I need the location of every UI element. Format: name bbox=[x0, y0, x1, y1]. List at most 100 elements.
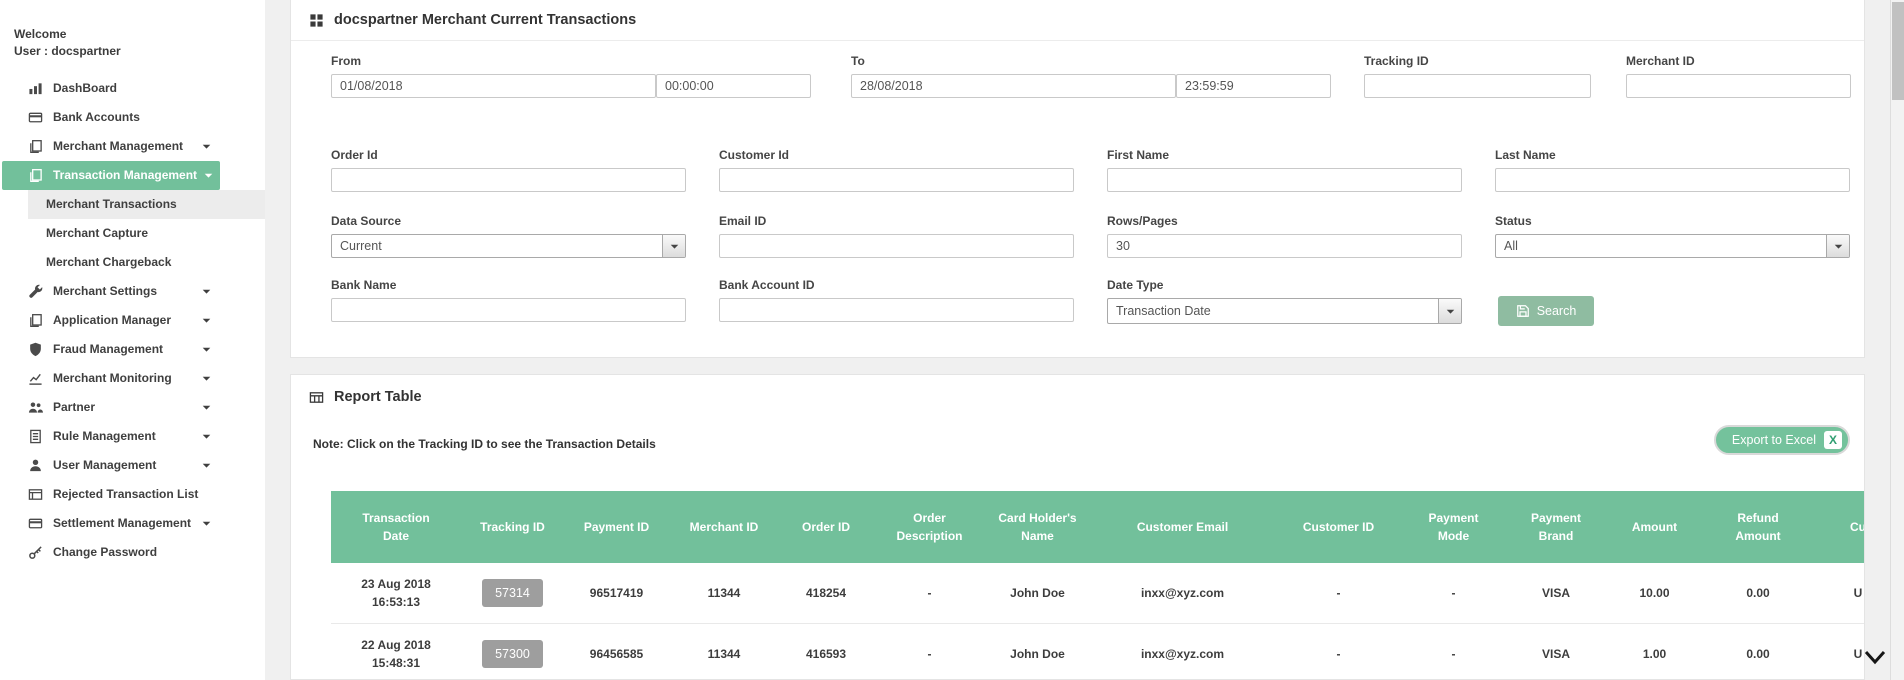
sidebar-item-rejected-transaction-list[interactable]: Rejected Transaction List bbox=[0, 480, 265, 509]
caret-down-icon bbox=[201, 518, 212, 529]
tracking-id-button[interactable]: 57314 bbox=[482, 579, 543, 607]
column-header-customer-email: Customer Email bbox=[1089, 491, 1276, 563]
sidebar-item-merchant-settings[interactable]: Merchant Settings bbox=[0, 277, 265, 306]
pages-icon bbox=[28, 168, 43, 183]
scrollbar-thumb[interactable] bbox=[1892, 2, 1904, 100]
sidebar-item-merchant-monitoring[interactable]: Merchant Monitoring bbox=[0, 364, 265, 393]
chevron-down-icon bbox=[1438, 299, 1461, 323]
sidebar-subitem-merchant-transactions[interactable]: Merchant Transactions bbox=[28, 190, 265, 219]
sidebar-item-user-management[interactable]: User Management bbox=[0, 451, 265, 480]
report-table-wrap: Transaction Date Tracking ID Payment ID … bbox=[331, 491, 1865, 680]
sidebar-subitem-merchant-capture[interactable]: Merchant Capture bbox=[0, 219, 265, 248]
order-id-label: Order Id bbox=[331, 148, 378, 162]
caret-down-icon bbox=[201, 344, 212, 355]
sidebar-item-bank-accounts[interactable]: Bank Accounts bbox=[0, 103, 265, 132]
caret-down-icon bbox=[201, 315, 212, 326]
cell-amount: 10.00 bbox=[1606, 563, 1703, 624]
order-id-input[interactable] bbox=[331, 168, 686, 192]
sidebar-item-settlement-management[interactable]: Settlement Management bbox=[0, 509, 265, 538]
cell-customer-email: inxx@xyz.com bbox=[1089, 624, 1276, 680]
export-to-excel-button[interactable]: Export to Excel X bbox=[1714, 425, 1850, 455]
sidebar-item-merchant-management[interactable]: Merchant Management bbox=[0, 132, 265, 161]
bank-name-label: Bank Name bbox=[331, 278, 396, 292]
chevron-down-icon bbox=[1826, 235, 1849, 257]
save-icon bbox=[1516, 304, 1530, 318]
tracking-id-label: Tracking ID bbox=[1364, 54, 1429, 68]
report-title: Report Table bbox=[334, 389, 422, 405]
cell-merchant-id: 11344 bbox=[669, 624, 779, 680]
wrench-icon bbox=[28, 284, 43, 299]
sidebar-item-transaction-management[interactable]: Transaction Management bbox=[2, 161, 220, 190]
report-table: Transaction Date Tracking ID Payment ID … bbox=[331, 491, 1865, 680]
caret-down-icon bbox=[201, 402, 212, 413]
sidebar-item-fraud-management[interactable]: Fraud Management bbox=[0, 335, 265, 364]
cell-tracking-id: 57300 bbox=[461, 624, 564, 680]
to-time-input[interactable] bbox=[1176, 74, 1331, 98]
customer-id-input[interactable] bbox=[719, 168, 1074, 192]
data-source-value: Current bbox=[340, 239, 382, 253]
cell-order-id: 418254 bbox=[779, 563, 873, 624]
to-date-input[interactable] bbox=[851, 74, 1176, 98]
sidebar-item-label: Settlement Management bbox=[53, 516, 191, 530]
rows-pages-label: Rows/Pages bbox=[1107, 214, 1178, 228]
from-date-input[interactable] bbox=[331, 74, 656, 98]
last-name-input[interactable] bbox=[1495, 168, 1850, 192]
column-header-currency: Cu bbox=[1813, 491, 1865, 563]
last-name-label: Last Name bbox=[1495, 148, 1556, 162]
sidebar-item-label: Merchant Settings bbox=[53, 284, 157, 298]
sidebar-item-application-manager[interactable]: Application Manager bbox=[0, 306, 265, 335]
sidebar-item-rule-management[interactable]: Rule Management bbox=[0, 422, 265, 451]
caret-down-icon bbox=[203, 170, 214, 181]
cell-order-description: - bbox=[873, 563, 986, 624]
column-header-order-description: Order Description bbox=[873, 491, 986, 563]
sidebar-subitem-label: Merchant Capture bbox=[46, 226, 148, 240]
sidebar-item-partner[interactable]: Partner bbox=[0, 393, 265, 422]
cell-order-id: 416593 bbox=[779, 624, 873, 680]
caret-down-icon bbox=[201, 373, 212, 384]
status-select[interactable]: All bbox=[1495, 234, 1850, 258]
vertical-scrollbar[interactable] bbox=[1890, 0, 1904, 680]
scroll-down-chevron-icon[interactable] bbox=[1864, 650, 1886, 665]
bank-account-id-input[interactable] bbox=[719, 298, 1074, 322]
sidebar-item-dashboard[interactable]: DashBoard bbox=[0, 74, 265, 103]
from-time-input[interactable] bbox=[656, 74, 811, 98]
export-label: Export to Excel bbox=[1732, 433, 1816, 447]
file-text-icon bbox=[28, 429, 43, 444]
caret-down-icon bbox=[201, 286, 212, 297]
status-label: Status bbox=[1495, 214, 1532, 228]
pages-icon bbox=[28, 139, 43, 154]
cell-transaction-date: 23 Aug 2018 16:53:13 bbox=[331, 563, 461, 624]
tracking-id-input[interactable] bbox=[1364, 74, 1591, 98]
bank-name-input[interactable] bbox=[331, 298, 686, 322]
column-header-payment-mode: Payment Mode bbox=[1401, 491, 1506, 563]
cell-payment-brand: VISA bbox=[1506, 563, 1606, 624]
email-id-input[interactable] bbox=[719, 234, 1074, 258]
caret-down-icon bbox=[201, 141, 212, 152]
sidebar-item-label: Change Password bbox=[53, 545, 157, 559]
credit-card-icon bbox=[28, 516, 43, 531]
chart-line-icon bbox=[28, 371, 43, 386]
sidebar-item-label: DashBoard bbox=[53, 81, 117, 95]
rows-pages-input[interactable] bbox=[1107, 234, 1462, 258]
date-type-label: Date Type bbox=[1107, 278, 1163, 292]
first-name-input[interactable] bbox=[1107, 168, 1462, 192]
column-header-refund-amount: Refund Amount bbox=[1703, 491, 1813, 563]
cell-payment-mode: - bbox=[1401, 563, 1506, 624]
column-header-customer-id: Customer ID bbox=[1276, 491, 1401, 563]
filters-card: docspartner Merchant Current Transaction… bbox=[290, 0, 1865, 358]
page-title: docspartner Merchant Current Transaction… bbox=[334, 12, 636, 28]
sidebar-item-label: Merchant Management bbox=[53, 139, 183, 153]
sidebar-item-change-password[interactable]: Change Password bbox=[0, 538, 265, 567]
cell-amount: 1.00 bbox=[1606, 624, 1703, 680]
date-type-select[interactable]: Transaction Date bbox=[1107, 298, 1462, 324]
cell-payment-id: 96456585 bbox=[564, 624, 669, 680]
sidebar-item-label: Fraud Management bbox=[53, 342, 163, 356]
tracking-id-button[interactable]: 57300 bbox=[482, 640, 543, 668]
excel-icon: X bbox=[1824, 431, 1842, 449]
data-source-select[interactable]: Current bbox=[331, 234, 686, 258]
cell-customer-email: inxx@xyz.com bbox=[1089, 563, 1276, 624]
sidebar-subitem-merchant-chargeback[interactable]: Merchant Chargeback bbox=[0, 248, 265, 277]
chevron-down-icon bbox=[662, 235, 685, 257]
search-button[interactable]: Search bbox=[1498, 296, 1594, 326]
merchant-id-input[interactable] bbox=[1626, 74, 1851, 98]
